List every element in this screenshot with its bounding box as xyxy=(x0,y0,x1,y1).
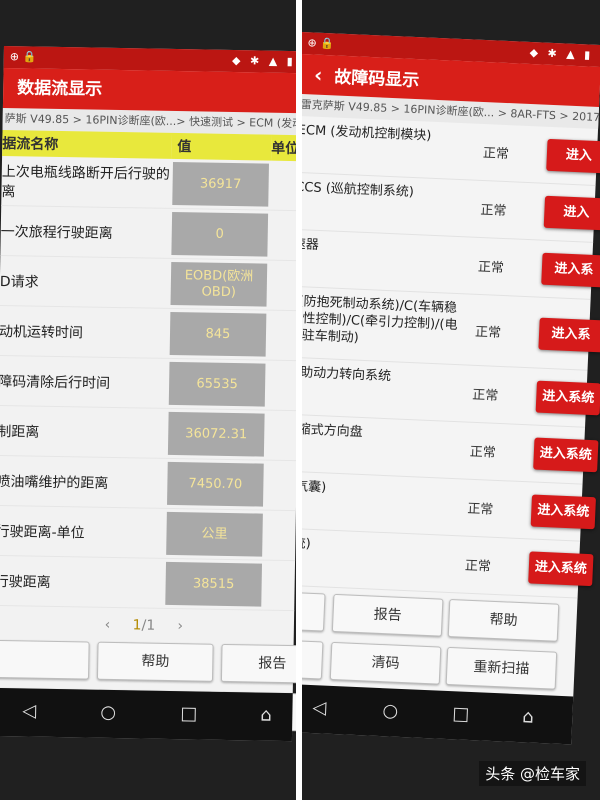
system-status: 正常 xyxy=(474,324,502,341)
system-name: 辅助动力转向系统 xyxy=(302,364,392,385)
enter-system-button[interactable]: 进入 xyxy=(546,138,600,174)
list-item: 系统) 正常 进入系统 xyxy=(302,528,594,599)
row-value: 7450.70 xyxy=(167,461,264,507)
data-stream-screen: ⊕ 🔒 ◆ ✱ ▲ ▮ 数据流显示 萨斯 V49.85 > 16PIN诊断座(欧… xyxy=(0,46,296,742)
android-nav-bar: ◁ ○ □ ⌂ xyxy=(0,687,293,742)
system-status: 正常 xyxy=(467,501,494,518)
back-icon[interactable]: ◁ xyxy=(22,700,36,721)
row-value: 36072.31 xyxy=(167,411,265,457)
system-name: CCS (巡航控制系统) xyxy=(302,179,415,201)
data-stream-table: 据流名称 值 单位 上次电瓶线路断开后行驶的离 36917 一次旅程行驶距离 0 xyxy=(0,129,296,611)
fault-code-screen: ⊕ 🔒 ◆ ✱ ▲ ▮ ‹ 故障码显示 雷克萨斯 V49.85 > 16PIN诊断… xyxy=(302,32,600,745)
enter-system-button[interactable]: 进入 xyxy=(543,195,600,231)
row-name: 一次旅程行驶距离 xyxy=(0,205,171,259)
recent-apps-icon[interactable]: □ xyxy=(452,703,470,725)
row-value: 38515 xyxy=(165,561,263,607)
watermark: 头条 @检车家 xyxy=(479,761,586,786)
enter-system-button[interactable]: 进入系统 xyxy=(535,380,600,416)
row-name: 喷油嘴维护的距离 xyxy=(0,455,166,509)
system-status: 正常 xyxy=(480,202,507,220)
partial-button[interactable]: 索 xyxy=(302,591,326,632)
row-name: 行驶距离 xyxy=(0,555,165,609)
row-value: 公里 xyxy=(166,511,263,557)
enter-system-button[interactable]: 进入系 xyxy=(538,317,600,353)
system-name: S(防抱死制动系统)/C(车辆稳定性控制)/C(牵引力控制)/(电子驻车制动) xyxy=(302,293,458,346)
column-header-name: 据流名称 xyxy=(2,129,172,159)
table-row[interactable]: 行驶距离 38515 xyxy=(0,555,296,611)
system-name: 系统) xyxy=(302,535,312,552)
blank-button[interactable] xyxy=(302,638,324,680)
button-row-top: 帮助 报告 xyxy=(0,639,296,687)
back-arrow-icon[interactable]: ‹ xyxy=(313,55,323,95)
page-title: 数据流显示 xyxy=(17,78,103,100)
button-row-top: 索 报告 帮助 xyxy=(302,591,577,646)
system-status: 正常 xyxy=(469,444,497,461)
enter-system-button[interactable]: 进入系 xyxy=(541,252,600,288)
recent-apps-icon[interactable]: □ xyxy=(180,703,197,724)
next-page-icon[interactable]: › xyxy=(177,618,183,634)
system-status: 正常 xyxy=(477,259,505,277)
back-icon[interactable]: ◁ xyxy=(312,697,327,719)
rescan-button[interactable]: 重新扫描 xyxy=(445,646,558,690)
row-name: 动机运转时间 xyxy=(0,305,169,359)
table-row[interactable]: 上次电瓶线路断开后行驶的离 36917 xyxy=(1,155,296,211)
status-icons-left: ⊕ 🔒 xyxy=(9,50,37,64)
report-button[interactable]: 报告 xyxy=(331,593,444,637)
system-name: ECM (发动机控制模块) xyxy=(302,122,432,144)
home-icon[interactable]: ○ xyxy=(100,702,116,723)
help-button[interactable]: 帮助 xyxy=(447,598,560,642)
list-item: S(防抱死制动系统)/C(车辆稳定性控制)/C(牵引力控制)/(电子驻车制动) … xyxy=(302,286,600,371)
table-row[interactable]: 一次旅程行驶距离 0 xyxy=(0,205,296,261)
help-button[interactable]: 帮助 xyxy=(96,641,214,682)
row-name: 制距离 xyxy=(0,405,167,459)
status-icons-right: ◆ ✱ ▲ ▮ xyxy=(231,53,296,69)
pagination: ‹ 1/1 › xyxy=(0,606,294,645)
car-icon[interactable]: ⌂ xyxy=(260,705,272,726)
table-row[interactable]: 障码清除后行时间 65535 xyxy=(0,355,296,411)
table-row[interactable]: 喷油嘴维护的距离 7450.70 xyxy=(0,455,296,511)
total-pages: 1 xyxy=(146,617,156,634)
table-row[interactable]: 制距离 36072.31 xyxy=(0,405,296,461)
row-value: 36917 xyxy=(172,161,269,207)
enter-system-button[interactable]: 进入系统 xyxy=(530,494,596,530)
status-icons-left: ⊕ 🔒 xyxy=(307,36,335,51)
system-name: 伸缩式方向盘 xyxy=(302,421,363,441)
row-value: 65535 xyxy=(168,361,266,407)
system-name: 全气囊) xyxy=(302,478,327,496)
system-status: 正常 xyxy=(464,558,492,575)
row-value: 845 xyxy=(169,311,267,357)
report-button[interactable]: 报告 xyxy=(220,643,296,684)
system-list: ECM (发动机控制模块) 正常 进入 CCS (巡航控制系统) 正常 进入 速… xyxy=(302,115,600,599)
current-page: 1 xyxy=(132,617,142,634)
clear-codes-button[interactable]: 清码 xyxy=(329,641,442,685)
right-photo: ⊕ 🔒 ◆ ✱ ▲ ▮ ‹ 故障码显示 雷克萨斯 V49.85 > 16PIN诊断… xyxy=(302,0,600,800)
row-name: 行驶距离-单位 xyxy=(0,505,165,559)
row-value: EOBD(欧洲OBD) xyxy=(170,261,268,307)
page-title: 故障码显示 xyxy=(333,67,420,92)
table-row[interactable]: 行驶距离-单位 公里 xyxy=(0,505,296,561)
row-value: 0 xyxy=(171,211,269,257)
enter-system-button[interactable]: 进入系统 xyxy=(533,437,599,473)
table-row[interactable]: D请求 EOBD(欧洲OBD) xyxy=(0,255,296,311)
title-bar: 数据流显示 xyxy=(2,67,296,114)
status-icons-right: ◆ ✱ ▲ ▮ xyxy=(529,45,594,62)
blank-button[interactable] xyxy=(0,639,90,680)
car-icon[interactable]: ⌂ xyxy=(522,706,534,727)
column-header-unit: 单位 xyxy=(271,134,296,162)
left-photo: ⊕ 🔒 ◆ ✱ ▲ ▮ 数据流显示 萨斯 V49.85 > 16PIN诊断座(欧… xyxy=(0,0,296,800)
prev-page-icon[interactable]: ‹ xyxy=(105,617,111,633)
row-name: 障码清除后行时间 xyxy=(0,355,168,409)
system-status: 正常 xyxy=(482,146,510,163)
table-row[interactable]: 动机运转时间 845 xyxy=(0,305,296,361)
system-status: 正常 xyxy=(471,387,499,404)
column-header-value: 值 xyxy=(171,132,272,161)
enter-system-button[interactable]: 进入系统 xyxy=(528,551,594,587)
home-icon[interactable]: ○ xyxy=(382,700,399,722)
row-name: 上次电瓶线路断开后行驶的离 xyxy=(1,155,172,209)
row-name: D请求 xyxy=(0,255,170,309)
system-name: 速器 xyxy=(302,236,320,253)
